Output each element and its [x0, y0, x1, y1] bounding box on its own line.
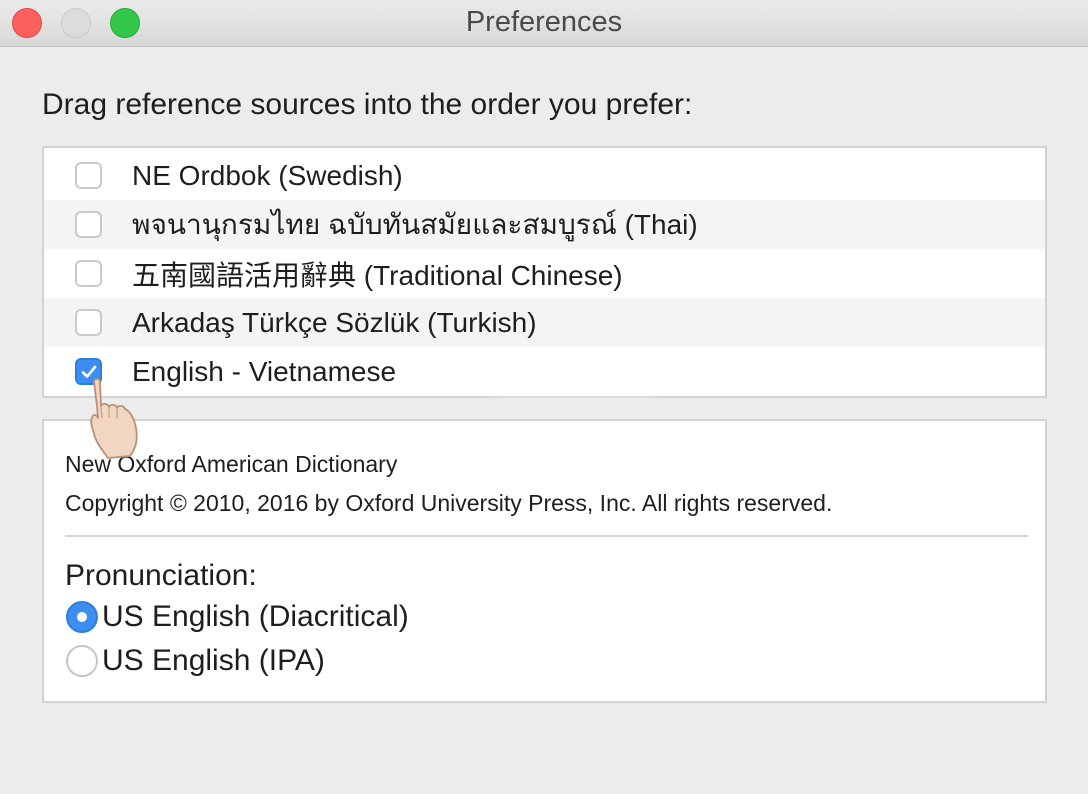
pronunciation-label: Pronunciation:	[65, 559, 257, 592]
source-row-vietnamese[interactable]: English - Vietnamese	[44, 347, 1045, 396]
redaction-blur	[474, 353, 674, 393]
radio-ipa[interactable]	[66, 645, 98, 677]
source-checkbox-chinese[interactable]	[75, 260, 102, 287]
source-label-swedish: NE Ordbok (Swedish)	[132, 159, 403, 191]
pointing-hand-cursor-icon	[90, 378, 138, 459]
source-label-turkish: Arkadaş Türkçe Sözlük (Turkish)	[132, 306, 537, 338]
window-title: Preferences	[465, 6, 623, 38]
source-checkbox-swedish[interactable]	[75, 162, 102, 189]
radio-row-diacritical[interactable]: US English (Diacritical)	[66, 599, 409, 635]
radio-label-diacritical: US English (Diacritical)	[102, 600, 409, 633]
copyright-text: Copyright © 2010, 2016 by Oxford Univers…	[65, 490, 833, 516]
title-bar[interactable]: Preferences	[0, 0, 1088, 47]
instructions-text: Drag reference sources into the order yo…	[42, 88, 693, 121]
source-row-swedish[interactable]: NE Ordbok (Swedish)	[44, 151, 1045, 200]
preferences-window: Preferences Drag reference sources into …	[0, 0, 1088, 794]
dictionary-info-panel: New Oxford American Dictionary Copyright…	[42, 419, 1047, 703]
divider	[65, 535, 1028, 537]
source-label-thai: พจนานุกรมไทย ฉบับทันสมัยและสมบูรณ์ (Thai…	[132, 208, 698, 240]
source-label-chinese: 五南國語活用辭典 (Traditional Chinese)	[132, 259, 623, 291]
source-checkbox-thai[interactable]	[75, 211, 102, 238]
radio-row-ipa[interactable]: US English (IPA)	[66, 643, 325, 679]
source-row-chinese[interactable]: 五南國語活用辭典 (Traditional Chinese)	[44, 249, 1045, 298]
source-label-vietnamese: English - Vietnamese	[132, 355, 397, 387]
source-row-turkish[interactable]: Arkadaş Türkçe Sözlük (Turkish)	[44, 298, 1045, 347]
radio-label-ipa: US English (IPA)	[102, 644, 325, 677]
source-checkbox-turkish[interactable]	[75, 309, 102, 336]
radio-diacritical[interactable]	[66, 601, 98, 633]
source-row-thai[interactable]: พจนานุกรมไทย ฉบับทันสมัยและสมบูรณ์ (Thai…	[44, 200, 1045, 249]
reference-sources-list[interactable]: NE Ordbok (Swedish) พจนานุกรมไทย ฉบับทัน…	[42, 146, 1047, 398]
